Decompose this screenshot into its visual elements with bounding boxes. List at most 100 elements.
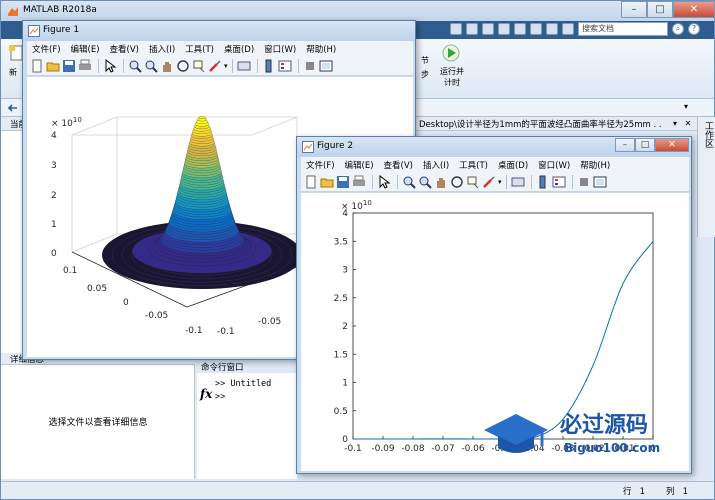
command-prompt[interactable]: >> bbox=[215, 392, 225, 402]
menu-desktop[interactable]: 桌面(D) bbox=[219, 43, 259, 55]
run-and-time-label-1[interactable]: 运行并 bbox=[438, 66, 466, 77]
rotate-3d-icon[interactable] bbox=[450, 175, 464, 189]
zoom-in-icon[interactable] bbox=[402, 175, 416, 189]
menu-help[interactable]: 帮助(H) bbox=[575, 159, 615, 171]
insert-colorbar-icon[interactable] bbox=[262, 59, 276, 73]
figure-1-title-bar[interactable]: Figure 1 bbox=[23, 21, 415, 41]
pointer-icon[interactable] bbox=[103, 58, 117, 73]
help-doc-icon[interactable] bbox=[562, 23, 574, 35]
cut-icon[interactable] bbox=[466, 23, 478, 35]
address-dropdown-icon[interactable]: ▾ bbox=[684, 102, 694, 114]
new-figure-icon[interactable] bbox=[30, 59, 44, 73]
quick-access-toolbar: 搜索文档 ⌕ ? bbox=[450, 22, 700, 36]
paste-icon[interactable] bbox=[498, 23, 510, 35]
close-button[interactable]: ✕ bbox=[673, 1, 715, 18]
panel-expand-icon[interactable]: ▾ bbox=[670, 119, 680, 129]
menu-edit[interactable]: 编辑(E) bbox=[66, 43, 105, 55]
menu-tools[interactable]: 工具(T) bbox=[180, 43, 219, 55]
pan-hand-icon[interactable] bbox=[160, 59, 174, 73]
copy-icon[interactable] bbox=[482, 23, 494, 35]
brush-icon[interactable] bbox=[208, 59, 222, 73]
menu-insert[interactable]: 插入(I) bbox=[144, 43, 180, 55]
rotate-3d-icon[interactable] bbox=[176, 59, 190, 73]
open-file-icon[interactable] bbox=[320, 175, 334, 189]
undo-icon[interactable] bbox=[514, 23, 526, 35]
menu-file[interactable]: 文件(F) bbox=[301, 159, 340, 171]
y-tick-label: 1.5 bbox=[334, 350, 348, 360]
run-section-label[interactable]: 节 bbox=[421, 55, 429, 66]
z-exponent: × 1010 bbox=[51, 116, 82, 129]
figure-2-window-controls: – □ ✕ bbox=[615, 138, 689, 156]
show-plot-tools-icon[interactable] bbox=[593, 175, 607, 189]
pointer-icon[interactable] bbox=[377, 174, 391, 189]
hide-plot-tools-icon[interactable] bbox=[577, 175, 591, 189]
save-figure-icon[interactable] bbox=[336, 175, 350, 189]
x-tick: -0.1 bbox=[185, 326, 203, 336]
menu-window[interactable]: 窗口(W) bbox=[259, 43, 301, 55]
surface-peak-slice bbox=[198, 116, 206, 119]
command-line: >> Untitled bbox=[215, 379, 272, 389]
link-plot-icon[interactable] bbox=[237, 59, 251, 73]
maximize-button[interactable]: □ bbox=[647, 1, 673, 18]
workspace-side-tab[interactable]: 工作区 bbox=[697, 117, 715, 237]
run-and-time-icon[interactable] bbox=[442, 44, 460, 62]
menu-desktop[interactable]: 桌面(D) bbox=[493, 159, 533, 171]
insert-colorbar-icon[interactable] bbox=[536, 175, 550, 189]
run-and-time-label-2[interactable]: 计时 bbox=[438, 77, 466, 88]
save-icon[interactable] bbox=[450, 23, 462, 35]
redo-icon[interactable] bbox=[530, 23, 542, 35]
minimize-button[interactable]: – bbox=[621, 1, 647, 18]
menu-file[interactable]: 文件(F) bbox=[27, 43, 66, 55]
figure-minimize-button[interactable]: – bbox=[615, 138, 635, 152]
y-tick-label: 3 bbox=[342, 266, 348, 276]
insert-legend-icon[interactable] bbox=[552, 175, 566, 189]
show-plot-tools-icon[interactable] bbox=[319, 59, 333, 73]
brush-dropdown-icon[interactable]: ▾ bbox=[224, 62, 228, 70]
zoom-out-icon[interactable] bbox=[144, 59, 158, 73]
brush-icon[interactable] bbox=[482, 175, 496, 189]
toolbar-separator bbox=[571, 174, 573, 189]
data-cursor-icon[interactable] bbox=[192, 59, 206, 73]
figure-maximize-button[interactable]: □ bbox=[635, 138, 655, 152]
zoom-out-icon[interactable] bbox=[418, 175, 432, 189]
hide-plot-tools-icon[interactable] bbox=[303, 59, 317, 73]
toolbar-separator bbox=[98, 58, 99, 73]
switch-windows-icon[interactable] bbox=[546, 23, 558, 35]
z-tick: 2 bbox=[51, 191, 57, 201]
menu-view[interactable]: 查看(V) bbox=[105, 43, 144, 55]
save-figure-icon[interactable] bbox=[62, 59, 76, 73]
pan-hand-icon[interactable] bbox=[434, 175, 448, 189]
data-cursor-icon[interactable] bbox=[466, 175, 480, 189]
current-folder-path[interactable]: Desktop\设计半径为1mm的平面波经凸面曲率半径为25mm . . . bbox=[419, 118, 664, 130]
x-tick: 0 bbox=[123, 298, 129, 308]
menu-view[interactable]: 查看(V) bbox=[379, 159, 418, 171]
zoom-in-icon[interactable] bbox=[128, 59, 142, 73]
menu-help[interactable]: 帮助(H) bbox=[301, 43, 341, 55]
new-figure-icon[interactable] bbox=[304, 175, 318, 189]
y-exponent: × 1010 bbox=[341, 199, 372, 212]
insert-legend-icon[interactable] bbox=[278, 59, 292, 73]
menu-window[interactable]: 窗口(W) bbox=[533, 159, 575, 171]
link-plot-icon[interactable] bbox=[511, 175, 525, 189]
window-controls: – □ ✕ bbox=[621, 1, 715, 19]
step-label[interactable]: 步 bbox=[421, 69, 429, 80]
command-window-label: 命令行窗口 bbox=[201, 363, 244, 373]
search-documentation-input[interactable]: 搜索文档 bbox=[578, 22, 668, 36]
open-file-icon[interactable] bbox=[46, 59, 60, 73]
search-icon[interactable]: ⌕ bbox=[672, 23, 684, 35]
brush-dropdown-icon[interactable]: ▾ bbox=[498, 178, 502, 186]
help-button[interactable]: ? bbox=[688, 23, 700, 35]
figure-2-title-bar[interactable]: Figure 2 – □ ✕ bbox=[297, 137, 691, 157]
y-tick: -0.05 bbox=[258, 317, 281, 327]
print-icon[interactable] bbox=[352, 175, 366, 189]
figure-close-button[interactable]: ✕ bbox=[655, 138, 689, 152]
menu-tools[interactable]: 工具(T) bbox=[454, 159, 493, 171]
menu-edit[interactable]: 编辑(E) bbox=[340, 159, 379, 171]
menu-insert[interactable]: 插入(I) bbox=[418, 159, 454, 171]
panel-close-icon[interactable]: ✕ bbox=[683, 119, 693, 129]
function-browser-icon[interactable]: fx bbox=[200, 387, 212, 401]
back-arrow-icon[interactable] bbox=[7, 102, 19, 114]
x-tick: 0.05 bbox=[87, 284, 107, 294]
print-icon[interactable] bbox=[78, 59, 92, 73]
y-tick-label: 1 bbox=[342, 379, 348, 389]
